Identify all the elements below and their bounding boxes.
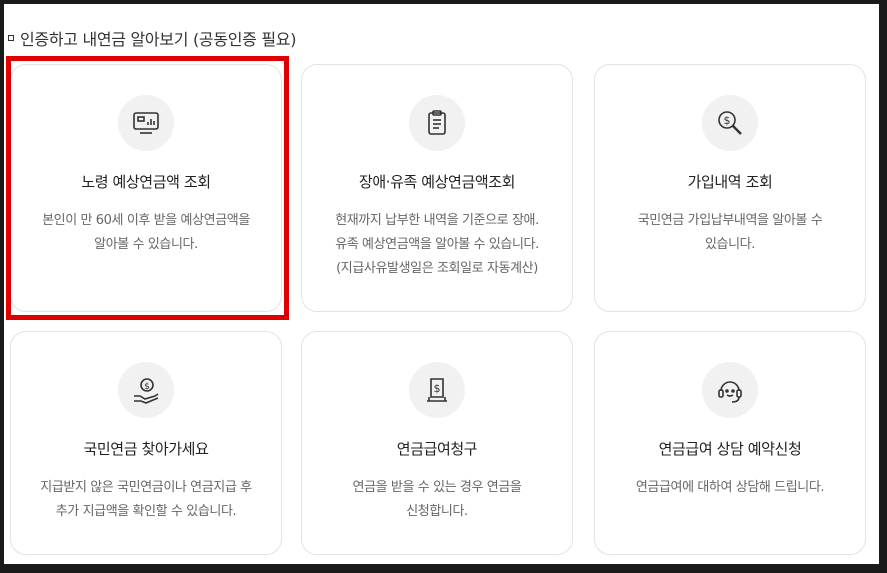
card-subscription-history[interactable]: $ 가입내역 조회 국민연금 가입납부내역을 알아볼 수 있습니다. [594, 64, 866, 312]
content-frame: 인증하고 내연금 알아보기 (공동인증 필요) 노령 예상연금액 조회 본인이 … [4, 4, 879, 564]
svg-text:$: $ [724, 114, 731, 127]
card-icon-circle: $ [702, 95, 758, 151]
card-title: 노령 예상연금액 조회 [81, 173, 211, 191]
card-desc: 국민연금 가입납부내역을 알아볼 수 있습니다. [637, 213, 823, 252]
card-icon-circle [702, 362, 758, 418]
card-old-age-pension[interactable]: 노령 예상연금액 조회 본인이 만 60세 이후 받을 예상연금액을 알아볼 수… [10, 64, 282, 312]
bullet-icon [8, 35, 14, 41]
headset-icon [718, 381, 742, 403]
svg-text:$: $ [434, 382, 441, 395]
section-title: 인증하고 내연금 알아보기 (공동인증 필요) [8, 26, 296, 50]
dollar-search-icon: $ [718, 111, 742, 135]
svg-text:$: $ [144, 382, 150, 392]
card-desc: 연금급여에 대하여 상담해 드립니다. [635, 480, 825, 495]
clipboard-list-icon [428, 110, 446, 135]
card-title: 연금급여 상담 예약신청 [658, 440, 802, 458]
card-desc: 현재까지 납부한 내역을 기준으로 장애. 유족 예상연금액을 알아볼 수 있습… [335, 213, 539, 276]
card-desc: 연금을 받을 수 있는 경우 연금을 신청합니다. [352, 480, 522, 519]
monitor-chart-icon [133, 112, 159, 134]
section-title-text: 인증하고 내연금 알아보기 (공동인증 필요) [20, 30, 297, 49]
card-desc: 본인이 만 60세 이후 받을 예상연금액을 알아볼 수 있습니다. [42, 213, 250, 252]
card-disability-survivor-pension[interactable]: 장애·유족 예상연금액조회 현재까지 납부한 내역을 기준으로 장애. 유족 예… [301, 64, 573, 312]
card-icon-circle: $ [118, 362, 174, 418]
card-icon-circle [118, 95, 174, 151]
card-pension-claim[interactable]: $ 연금급여청구 연금을 받을 수 있는 경우 연금을 신청합니다. [301, 331, 573, 555]
dollar-document-icon: $ [427, 378, 447, 402]
card-title: 국민연금 찾아가세요 [83, 440, 209, 458]
card-icon-circle [409, 95, 465, 151]
card-title: 연금급여청구 [396, 440, 478, 458]
card-find-pension[interactable]: $ 국민연금 찾아가세요 지급받지 않은 국민연금이나 연금지급 후 추가 지급… [10, 331, 282, 555]
card-icon-circle: $ [409, 362, 465, 418]
card-title: 장애·유족 예상연금액조회 [358, 173, 516, 191]
card-consultation-reservation[interactable]: 연금급여 상담 예약신청 연금급여에 대하여 상담해 드립니다. [594, 331, 866, 555]
card-title: 가입내역 조회 [687, 173, 773, 191]
hand-coin-icon: $ [134, 378, 159, 404]
card-desc: 지급받지 않은 국민연금이나 연금지급 후 추가 지급액을 확인할 수 있습니다… [40, 480, 252, 519]
